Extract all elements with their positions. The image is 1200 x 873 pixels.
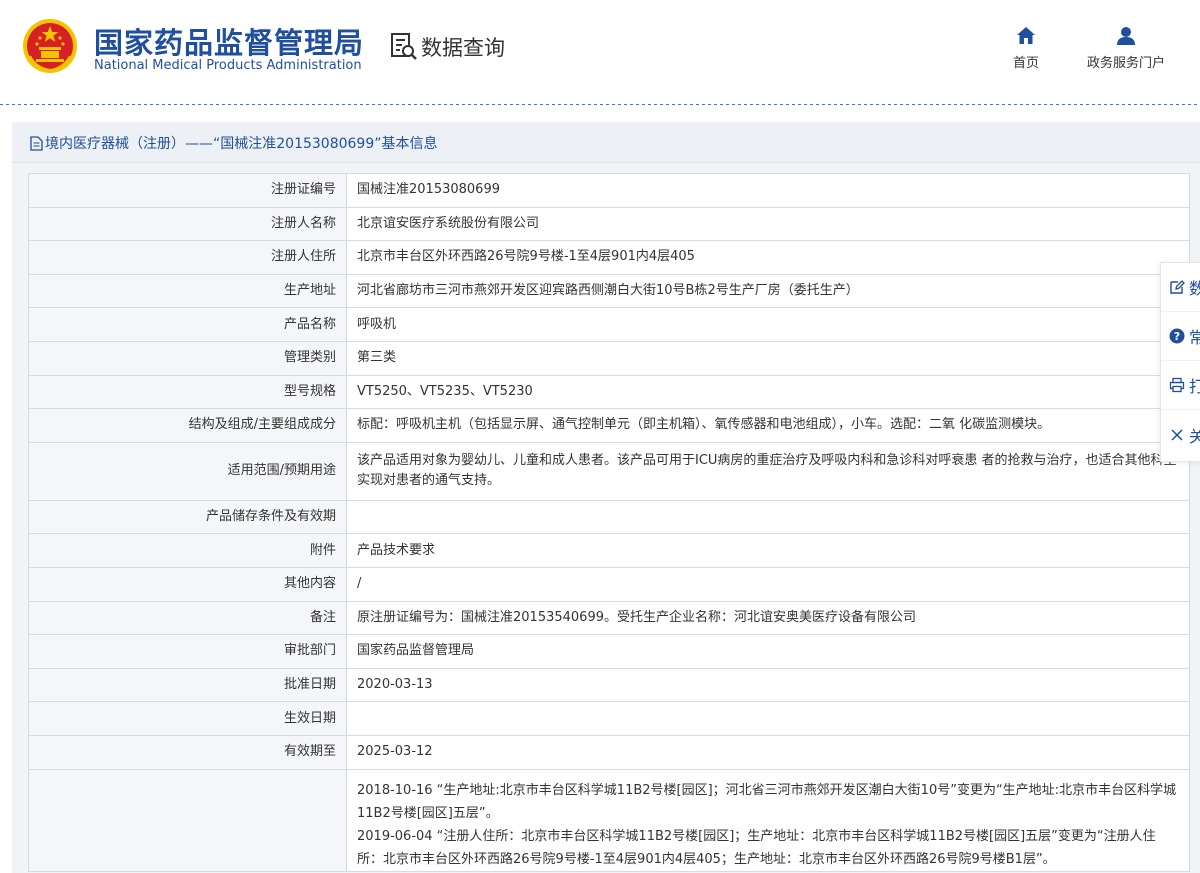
table-row: 注册人名称 北京谊安医疗系统股份有限公司 [28,206,1190,242]
table-row: 结构及组成/主要组成成分 标配：呼吸机主机（包括显示屏、通气控制单元（即主机箱）、… [28,408,1190,443]
toolbar-print-label: 打 [1189,373,1200,397]
row-label: 批准日期 [28,667,347,703]
table-row: 附件 产品技术要求 [28,533,1190,568]
home-icon [1017,27,1035,44]
row-value [346,499,1190,535]
table-row: 产品名称 呼吸机 [28,307,1190,342]
logo-english[interactable]: National Medical Products Administration [94,58,362,73]
site-header: 国家药品监督管理局 National Medical Products Admi… [0,0,1200,104]
svg-text:?: ? [1174,330,1180,343]
nav-service-portal[interactable]: 政务服务门户 [1076,26,1176,71]
row-value: 2025-03-12 [346,734,1190,770]
row-label: 注册证编号 [28,173,347,208]
table-row: 注册证编号 国械注准20153080699 [28,173,1190,208]
close-icon [1171,428,1183,441]
table-row: 适用范围/预期用途 该产品适用对象为婴幼儿、儿童和成人患者。该产品可用于ICU病房… [28,441,1190,501]
edit-icon [1170,280,1185,294]
row-value: 北京谊安医疗系统股份有限公司 [346,206,1190,242]
row-label: 生效日期 [28,701,347,736]
data-query-heading: 数据查询 [390,32,505,62]
table-row: 生效日期 [28,701,1190,736]
user-icon [1117,27,1135,45]
table-row: 审批部门 国家药品监督管理局 [28,634,1190,669]
row-value: 第三类 [346,340,1190,376]
header-divider [0,104,1200,105]
row-label: 注册人名称 [28,206,347,242]
row-value: 产品技术要求 [346,533,1190,568]
toolbar-faq-button[interactable]: ? 常 [1161,312,1200,361]
title-bar: 境内医疗器械（注册）——“国械注准20153080699”基本信息 [12,122,1200,163]
row-label: 有效期至 [28,734,347,770]
change-entry: 2018-10-16 “生产地址:北京市丰台区科学城11B2号楼[园区]；河北省… [357,782,1177,821]
nav-service-portal-label: 政务服务门户 [1086,56,1165,71]
row-value: / [346,566,1190,602]
question-icon: ? [1169,328,1185,344]
toolbar-print-button[interactable]: 打 [1161,361,1200,410]
row-value: VT5250、VT5235、VT5230 [346,374,1190,410]
change-history: 2018-10-16 “生产地址:北京市丰台区科学城11B2号楼[园区]；河北省… [346,768,1190,872]
page-title: 境内医疗器械（注册）——“国械注准20153080699”基本信息 [30,133,437,153]
row-value: 呼吸机 [346,307,1190,342]
change-entry: 2019-06-04 “注册人住所：北京市丰台区科学城11B2号楼[园区]；生产… [357,828,1156,867]
row-value: 2020-03-13 [346,667,1190,703]
row-label: 生产地址 [28,273,347,309]
row-label: 适用范围/预期用途 [28,441,347,501]
row-label [28,768,347,872]
nav-home-label: 首页 [1012,56,1039,71]
row-value: 北京市丰台区外环西路26号院9号楼-1至4层901内4层405 [346,240,1190,275]
table-row: 批准日期 2020-03-13 [28,667,1190,703]
toolbar-close-button[interactable]: 关 [1161,410,1200,459]
row-label: 注册人住所 [28,240,347,275]
table-row-changes: 2018-10-16 “生产地址:北京市丰台区科学城11B2号楼[园区]；河北省… [28,768,1190,872]
toolbar-faq-label: 常 [1189,324,1200,348]
page-title-text: 境内医疗器械（注册）——“国械注准20153080699”基本信息 [45,136,438,152]
row-label: 备注 [28,600,347,636]
info-table: 注册证编号 国械注准20153080699 注册人名称 北京谊安医疗系统股份有限公司… [28,173,1190,872]
nav-home[interactable]: 首页 [1004,26,1048,71]
table-row: 管理类别 第三类 [28,340,1190,376]
floating-toolbar: 数 ? 常 打 关 [1160,262,1200,462]
logo-chinese[interactable]: 国家药品监督管理局 [94,20,364,62]
national-emblem-icon [23,19,77,73]
row-label: 其他内容 [28,566,347,602]
row-label: 附件 [28,533,347,568]
row-label: 结构及组成/主要组成成分 [28,408,347,443]
row-value [346,701,1190,736]
document-search-icon [391,33,417,60]
row-value: 国家药品监督管理局 [346,634,1190,669]
table-row: 产品储存条件及有效期 [28,499,1190,535]
toolbar-data-button[interactable]: 数 [1161,263,1200,312]
table-row: 其他内容 / [28,566,1190,602]
row-value: 该产品适用对象为婴幼儿、儿童和成人患者。该产品可用于ICU病房的重症治疗及呼吸内… [346,441,1190,501]
row-label: 管理类别 [28,340,347,376]
document-icon [30,135,43,151]
row-label: 型号规格 [28,374,347,410]
table-row: 型号规格 VT5250、VT5235、VT5230 [28,374,1190,410]
table-row: 注册人住所 北京市丰台区外环西路26号院9号楼-1至4层901内4层405 [28,240,1190,275]
data-query-title: 数据查询 [421,36,505,60]
table-row: 备注 原注册证编号为：国械注准20153540699。受托生产企业名称：河北谊安奥… [28,600,1190,636]
table-row: 生产地址 河北省廊坊市三河市燕郊开发区迎宾路西侧潮白大街10号B栋2号生产厂房（委… [28,273,1190,309]
row-value: 原注册证编号为：国械注准20153540699。受托生产企业名称：河北谊安奥美医… [346,600,1190,636]
row-label: 审批部门 [28,634,347,669]
row-label: 产品名称 [28,307,347,342]
toolbar-close-label: 关 [1189,426,1200,446]
row-label: 产品储存条件及有效期 [28,499,347,535]
row-value: 河北省廊坊市三河市燕郊开发区迎宾路西侧潮白大街10号B栋2号生产厂房（委托生产） [346,273,1190,309]
table-row: 有效期至 2025-03-12 [28,734,1190,770]
row-value: 标配：呼吸机主机（包括显示屏、通气控制单元（即主机箱）、氧传感器和电池组成），小… [346,408,1190,443]
toolbar-data-label: 数 [1189,275,1200,299]
row-value: 国械注准20153080699 [346,173,1190,208]
print-icon [1169,377,1185,393]
